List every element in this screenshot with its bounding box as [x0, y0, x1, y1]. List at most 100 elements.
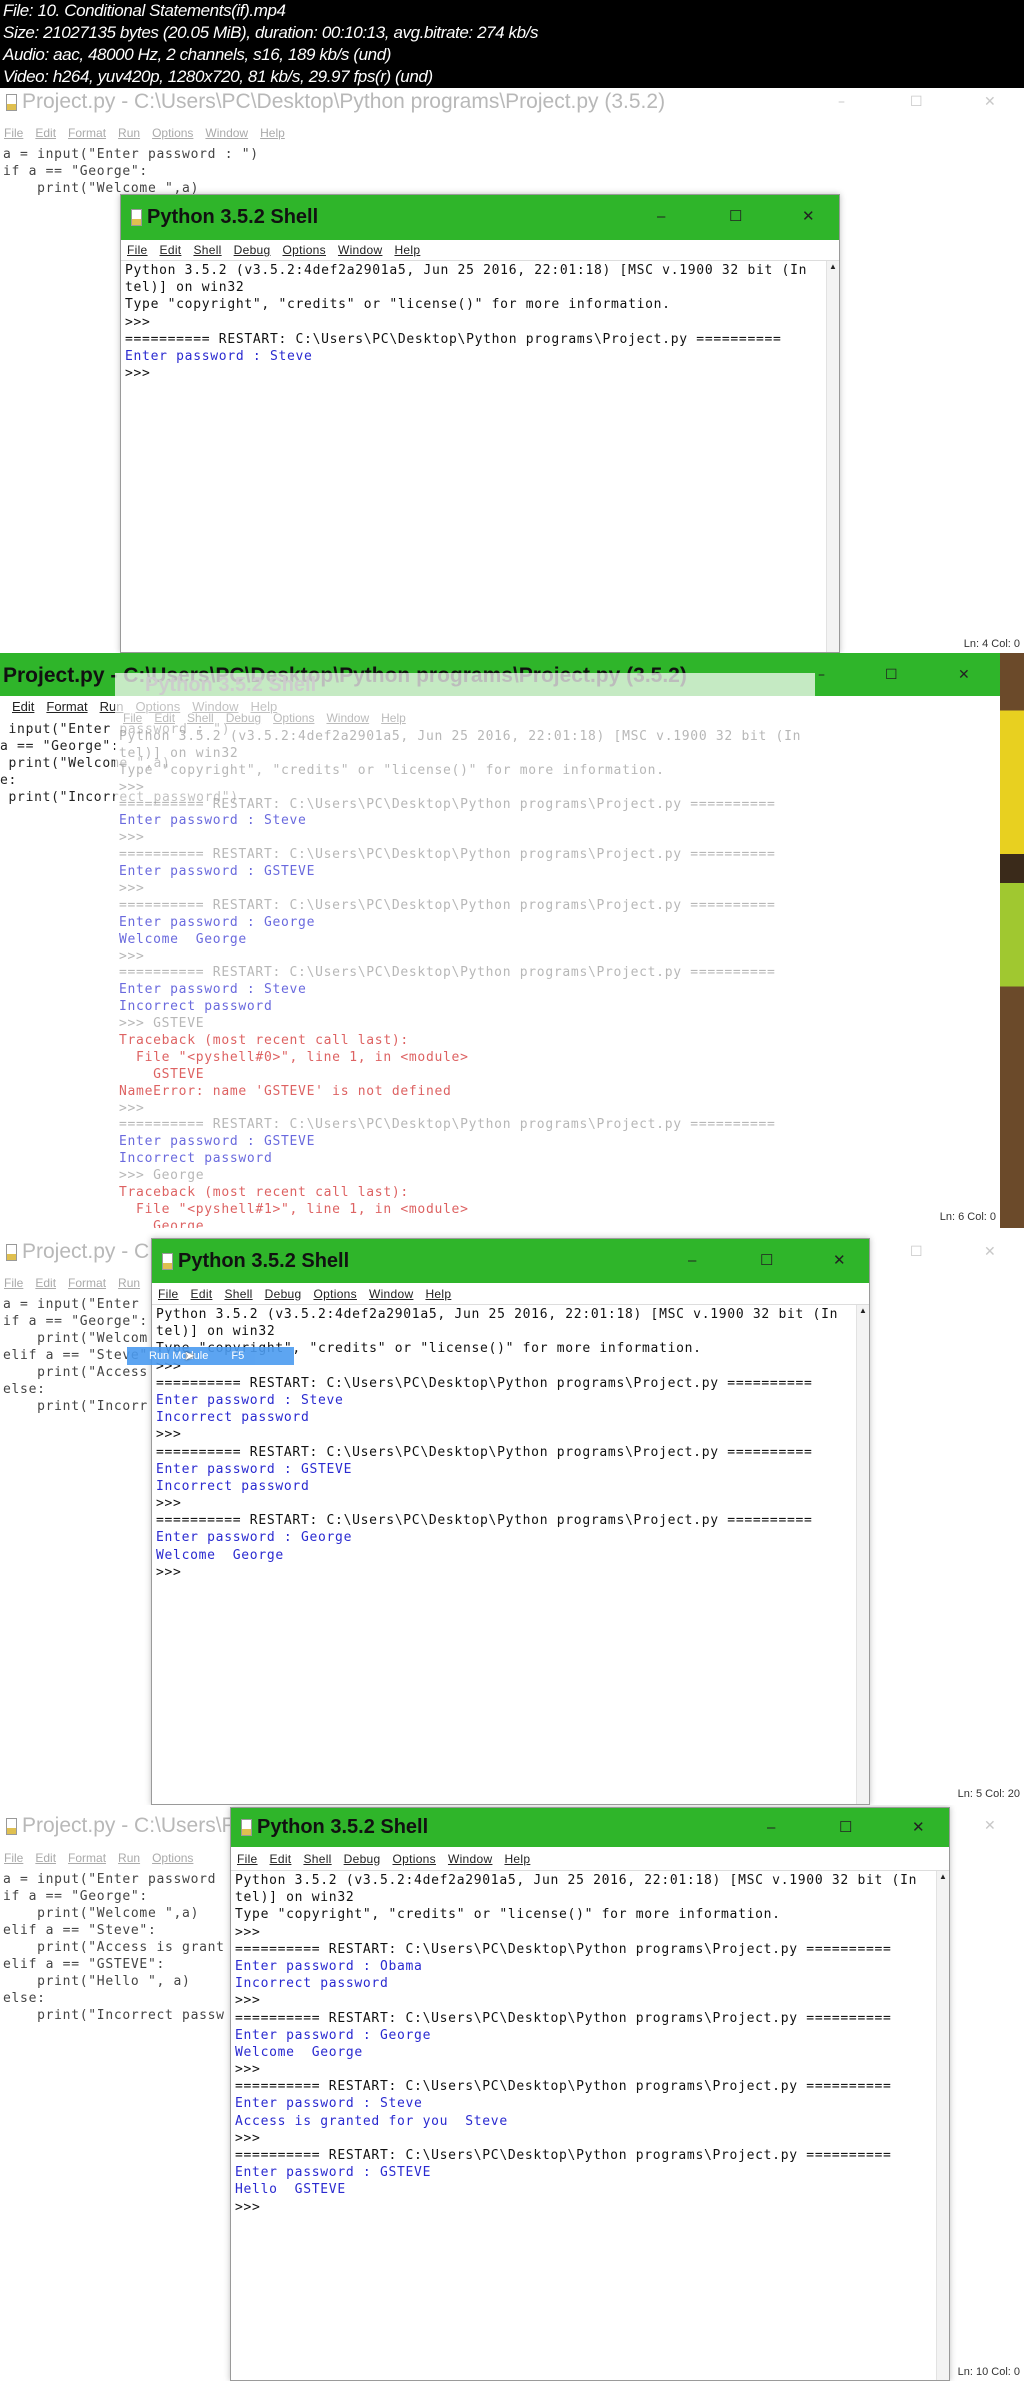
menu-edit[interactable]: Edit: [35, 126, 56, 140]
shell-line: >>>: [125, 366, 160, 382]
menu-file[interactable]: File: [4, 1276, 23, 1290]
menu-help[interactable]: Help: [260, 126, 285, 140]
shell-titlebar[interactable]: Python 3.5.2 Shell – ☐ ✕: [231, 1808, 949, 1847]
shell-titlebar[interactable]: Python 3.5.2 Shell – ☐ ✕: [152, 1239, 869, 1283]
menu-options[interactable]: Options: [273, 711, 314, 725]
menu-help[interactable]: Help: [381, 711, 406, 725]
menu-edit[interactable]: Edit: [35, 1851, 56, 1865]
shell-close-button[interactable]: ✕: [802, 209, 815, 225]
menu-options[interactable]: Options: [152, 1851, 193, 1865]
shell-output[interactable]: Python 3.5.2 (v3.5.2:4def2a2901a5, Jun 2…: [235, 1872, 917, 2216]
menu-options[interactable]: Options: [283, 243, 326, 257]
close-button[interactable]: ✕: [984, 1244, 996, 1260]
shell-line: >>>: [125, 314, 160, 330]
menu-window[interactable]: Window: [205, 126, 248, 140]
menu-edit[interactable]: Edit: [160, 243, 182, 257]
shell-titlebar[interactable]: Python 3.5.2 Shell – ☐ ✕: [121, 195, 839, 240]
shell-menubar: File Edit Shell Debug Options Window Hel…: [152, 1283, 869, 1305]
menu-file[interactable]: File: [127, 243, 148, 257]
menu-run[interactable]: Run: [118, 126, 140, 140]
shell-output[interactable]: Python 3.5.2 (v3.5.2:4def2a2901a5, Jun 2…: [125, 262, 807, 382]
close-button[interactable]: ✕: [984, 94, 996, 110]
menu-help[interactable]: Help: [394, 243, 420, 257]
code-line: a = input("Enter password : "): [3, 147, 259, 162]
menu-file[interactable]: File: [4, 1851, 23, 1865]
maximize-button[interactable]: ☐: [910, 94, 923, 110]
minimize-button[interactable]: –: [838, 94, 845, 110]
menu-edit[interactable]: Edit: [154, 711, 175, 725]
menu-shell[interactable]: Shell: [224, 1287, 252, 1301]
shell-minimize-button[interactable]: –: [688, 1253, 696, 1269]
run-module-shortcut: F5: [231, 1350, 245, 1362]
scrollbar[interactable]: ▲: [936, 1871, 949, 2380]
shell-maximize-button[interactable]: ☐: [760, 1253, 773, 1269]
shell-title: Python 3.5.2 Shell: [257, 1816, 429, 1838]
shell-line: ========== RESTART: C:\Users\PC\Desktop\…: [156, 1513, 813, 1529]
menu-run[interactable]: Run: [118, 1276, 140, 1290]
code-editor[interactable]: a = input("Enter password if a == "George…: [3, 1871, 225, 2024]
shell-maximize-button[interactable]: ☐: [729, 209, 742, 225]
code-line: print("Welcom: [3, 1331, 148, 1346]
menu-edit[interactable]: Edit: [12, 700, 34, 714]
menu-debug[interactable]: Debug: [234, 243, 271, 257]
menu-debug[interactable]: Debug: [226, 711, 261, 725]
scrollbar[interactable]: ▲: [856, 1305, 869, 1804]
scroll-up-arrow-icon[interactable]: ▲: [859, 1306, 867, 1315]
menu-file[interactable]: File: [123, 711, 142, 725]
mouse-cursor-icon: ➤: [184, 1348, 195, 1363]
editor-title: Project.py - C:\Users\PC\Desktop\Python …: [22, 90, 666, 113]
maximize-button[interactable]: ☐: [885, 667, 898, 683]
menu-options[interactable]: Options: [152, 126, 193, 140]
shell-line: Enter password : George: [119, 914, 316, 930]
maximize-button[interactable]: ☐: [910, 1244, 923, 1260]
menu-debug[interactable]: Debug: [265, 1287, 302, 1301]
info-video: Video: h264, yuv420p, 1280x720, 81 kb/s,…: [3, 67, 433, 86]
menu-format[interactable]: Format: [68, 1276, 106, 1290]
minimize-button[interactable]: –: [818, 667, 825, 683]
menu-options[interactable]: Options: [314, 1287, 357, 1301]
menu-file[interactable]: File: [237, 1852, 258, 1866]
shell-line: Incorrect password: [235, 1976, 389, 1992]
menu-window[interactable]: Window: [448, 1852, 492, 1866]
menu-window[interactable]: Window: [338, 243, 382, 257]
shell-line: Enter password : GSTEVE: [119, 1134, 316, 1150]
menu-shell[interactable]: Shell: [193, 243, 221, 257]
menu-format[interactable]: Format: [68, 126, 106, 140]
menu-debug[interactable]: Debug: [344, 1852, 381, 1866]
shell-close-button[interactable]: ✕: [833, 1253, 846, 1269]
scrollbar[interactable]: ▲: [826, 261, 839, 652]
close-button[interactable]: ✕: [984, 1818, 996, 1834]
menu-window[interactable]: Window: [326, 711, 369, 725]
menu-run[interactable]: Run: [118, 1851, 140, 1865]
menu-help[interactable]: Help: [504, 1852, 530, 1866]
shell-minimize-button[interactable]: –: [767, 1820, 775, 1836]
code-editor[interactable]: a = input("Enter password : ") if a == "G…: [3, 146, 259, 197]
menu-shell[interactable]: Shell: [187, 711, 214, 725]
menu-shell[interactable]: Shell: [303, 1852, 331, 1866]
menu-file[interactable]: File: [4, 126, 23, 140]
shell-title: Python 3.5.2 Shell: [178, 1249, 350, 1272]
shell-maximize-button[interactable]: ☐: [839, 1820, 852, 1836]
shell-output[interactable]: Python 3.5.2 (v3.5.2:4def2a2901a5, Jun 2…: [119, 729, 801, 1228]
editor-titlebar[interactable]: Project.py - C:\Users\PC\Desktop\Python …: [0, 88, 1024, 116]
menu-format[interactable]: Format: [46, 700, 87, 714]
scroll-up-arrow-icon[interactable]: ▲: [829, 262, 837, 271]
code-line: if a == "George":: [3, 1889, 148, 1904]
menu-edit[interactable]: Edit: [35, 1276, 56, 1290]
shell-line: ========== RESTART: C:\Users\PC\Desktop\…: [156, 1444, 813, 1460]
shell-line: Enter password : GSTEVE: [119, 864, 316, 880]
shell-line: >>>: [156, 1496, 191, 1512]
menu-format[interactable]: Format: [68, 1851, 106, 1865]
scroll-up-arrow-icon[interactable]: ▲: [939, 1872, 947, 1881]
menu-options[interactable]: Options: [393, 1852, 436, 1866]
menu-edit[interactable]: Edit: [191, 1287, 213, 1301]
menu-edit[interactable]: Edit: [270, 1852, 292, 1866]
shell-minimize-button[interactable]: –: [657, 209, 665, 225]
run-module-menu-item[interactable]: Run Module F5: [127, 1347, 294, 1365]
menu-help[interactable]: Help: [425, 1287, 451, 1301]
shell-line: ========== RESTART: C:\Users\PC\Desktop\…: [235, 1941, 892, 1957]
menu-file[interactable]: File: [158, 1287, 179, 1301]
menu-window[interactable]: Window: [369, 1287, 413, 1301]
shell-close-button[interactable]: ✕: [912, 1820, 925, 1836]
close-button[interactable]: ✕: [958, 667, 970, 683]
